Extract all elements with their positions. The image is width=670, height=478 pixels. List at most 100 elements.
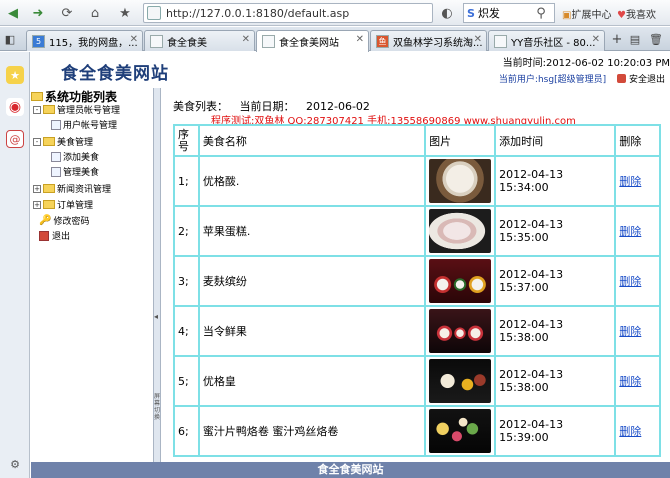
row-image-cell: [424, 405, 497, 457]
tab-5[interactable]: YY音乐社区 - 80... ✕: [488, 30, 605, 51]
row-image-cell: [424, 205, 497, 257]
food-table: 序号 美食名称 图片 添加时间 删除 1; 优格酦. 2012-04-13 15…: [173, 124, 661, 457]
page-footer: 食全食美网站: [31, 462, 670, 478]
row-time: 2012-04-13 15:34:00: [494, 155, 617, 207]
row-image-cell: [424, 305, 497, 357]
delete-link[interactable]: 删除: [619, 325, 641, 338]
function-nav: 系统功能列表 - 管理员帐号管理 用户帐号管理 - 美食管理 添加美食 管理美食 +…: [31, 88, 151, 462]
collapse-arrow-icon[interactable]: ◂: [154, 312, 158, 321]
row-no: 5;: [173, 355, 200, 407]
search-value: 炽发: [477, 7, 500, 20]
delete-link[interactable]: 删除: [619, 275, 641, 288]
row-name: 优格皇: [197, 355, 427, 407]
row-time: 2012-04-13 15:37:00: [494, 255, 617, 307]
refresh-button[interactable]: ⟳: [58, 3, 76, 23]
close-icon[interactable]: ✕: [474, 34, 482, 45]
current-time: 当前时间:2012-06-02 10:20:03 PM: [502, 58, 670, 69]
table-row: 4; 当令鲜果 2012-04-13 15:38:00 删除: [173, 305, 661, 357]
expand-icon[interactable]: +: [33, 200, 41, 209]
row-no: 3;: [173, 255, 200, 307]
screen-toggle-splitter[interactable]: ◂ 屏幕切换: [153, 88, 161, 462]
address-bar[interactable]: http://127.0.0.1:8180/default.asp: [143, 3, 433, 23]
logout-link[interactable]: 安全退出: [629, 75, 665, 85]
site-title: 食全食美网站: [61, 64, 169, 84]
main-content: 美食列表： 当前日期： 2012-06-02 程序测试:双鱼林 QQ:28730…: [173, 88, 670, 462]
row-name: 蜜汁片鸭烙卷 蜜汁鸡丝烙卷: [197, 405, 427, 457]
nav-item-change-password[interactable]: 🔑 修改密码: [39, 214, 89, 227]
table-header-row: 序号 美食名称 图片 添加时间 删除: [173, 124, 661, 157]
col-header-delete: 删除: [614, 124, 661, 157]
yogurt-fruits-image: [429, 359, 492, 403]
nav-item-admin-account[interactable]: - 管理员帐号管理: [33, 103, 120, 116]
page-header: 食全食美网站 当前时间:2012-06-02 10:20:03 PM 当前用户:…: [31, 52, 670, 88]
nav-item-orders[interactable]: + 订单管理: [33, 198, 93, 211]
site-favicon-icon: 5: [32, 34, 45, 48]
row-no: 6;: [173, 405, 200, 457]
row-image-cell: [424, 255, 497, 307]
expand-icon[interactable]: +: [33, 184, 41, 193]
row-time: 2012-04-13 15:39:00: [494, 405, 617, 457]
tab-3[interactable]: 食全食美网站 ✕: [256, 30, 369, 52]
collapse-icon[interactable]: -: [33, 137, 41, 146]
row-name: 当令鲜果: [197, 305, 427, 357]
delete-link[interactable]: 删除: [619, 225, 641, 238]
web-page: 食全食美网站 当前时间:2012-06-02 10:20:03 PM 当前用户:…: [31, 52, 670, 478]
delete-link[interactable]: 删除: [619, 425, 641, 438]
table-row: 2; 苹果蛋糕. 2012-04-13 15:35:00 删除: [173, 205, 661, 257]
nav-item-add-food[interactable]: 添加美食: [51, 150, 99, 163]
trash-icon[interactable]: 🗑: [648, 29, 664, 49]
sushi-rolls-image: [429, 259, 492, 303]
home-button[interactable]: ⌂: [84, 3, 106, 23]
favorites-star-icon[interactable]: ★: [6, 66, 24, 84]
close-icon[interactable]: ✕: [130, 34, 138, 45]
nav-item-user-account[interactable]: 用户帐号管理: [51, 118, 117, 131]
logout-icon: [616, 74, 626, 83]
sidebar-toggle-icon[interactable]: ◧: [2, 29, 18, 49]
love-link[interactable]: ♥我喜欢: [617, 6, 656, 21]
delete-link[interactable]: 删除: [619, 375, 641, 388]
row-name: 苹果蛋糕.: [197, 205, 427, 257]
row-time: 2012-04-13 15:35:00: [494, 205, 617, 257]
close-icon[interactable]: ✕: [242, 34, 250, 45]
tab-list-icon[interactable]: ▤: [628, 29, 642, 49]
edit-page-icon: [51, 166, 61, 177]
close-icon[interactable]: ✕: [592, 34, 600, 45]
search-icon[interactable]: ⚲: [532, 3, 550, 23]
nav-item-manage-food[interactable]: 管理美食: [51, 165, 99, 178]
search-engine-icon: S: [467, 6, 475, 20]
table-row: 5; 优格皇 2012-04-13 15:38:00 删除: [173, 355, 661, 407]
row-name: 优格酦.: [197, 155, 427, 207]
col-header-name: 美食名称: [197, 124, 427, 157]
collapse-icon[interactable]: -: [33, 105, 41, 114]
tab-bar: ◧ 5 115，我的网盘，... ✕ 食全食美 ✕ 食全食美网站 ✕ 鱼双鱼林学习系统淘…: [0, 27, 670, 52]
tab-4[interactable]: 鱼双鱼林学习系统淘... ✕: [370, 30, 487, 51]
new-tab-icon[interactable]: +: [610, 29, 624, 49]
exit-icon: [39, 230, 49, 241]
shield-icon[interactable]: ◐: [438, 3, 456, 23]
nav-item-exit[interactable]: 退出: [39, 229, 70, 242]
tab-1[interactable]: 5 115，我的网盘，... ✕: [26, 30, 143, 51]
edit-page-icon: [51, 151, 61, 162]
edit-page-icon: [51, 119, 61, 130]
key-icon: 🔑: [39, 215, 52, 226]
forward-button[interactable]: ➜: [27, 3, 49, 23]
cake-plate-image: [429, 209, 492, 253]
row-time: 2012-04-13 15:38:00: [494, 305, 617, 357]
row-image-cell: [424, 155, 497, 207]
site-favicon-icon: 鱼: [376, 34, 389, 48]
weibo-icon[interactable]: ◉: [6, 98, 24, 116]
nav-item-news[interactable]: + 新闻资讯管理: [33, 182, 111, 195]
ext-center-link[interactable]: ▣扩展中心: [562, 6, 611, 21]
table-row: 3; 麦麸缤纷 2012-04-13 15:37:00 删除: [173, 255, 661, 307]
settings-gear-icon[interactable]: ⚙: [6, 455, 24, 473]
row-image-cell: [424, 355, 497, 407]
back-button[interactable]: ◀: [3, 3, 23, 23]
delete-link[interactable]: 删除: [619, 175, 641, 188]
close-icon[interactable]: ✕: [356, 34, 364, 45]
bookmark-star-button[interactable]: ★: [116, 3, 134, 23]
mail-icon[interactable]: @: [6, 130, 24, 148]
col-header-no: 序号: [173, 124, 200, 157]
tab-2[interactable]: 食全食美 ✕: [144, 30, 255, 51]
row-no: 2;: [173, 205, 200, 257]
nav-item-food-manage[interactable]: - 美食管理: [33, 135, 93, 148]
